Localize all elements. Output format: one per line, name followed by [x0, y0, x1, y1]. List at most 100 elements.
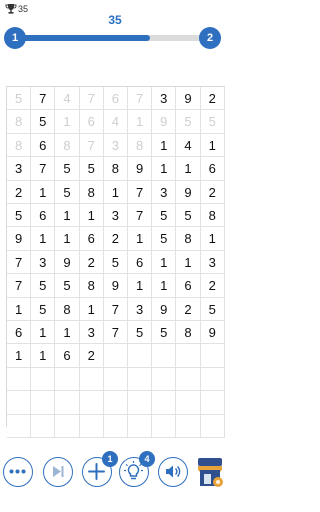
number-cell[interactable]: 3: [200, 250, 225, 275]
number-cell[interactable]: 4: [55, 87, 80, 111]
number-cell[interactable]: 6: [176, 274, 201, 298]
number-cell[interactable]: 2: [103, 227, 128, 251]
number-cell[interactable]: 6: [200, 157, 225, 181]
number-cell[interactable]: 1: [152, 133, 177, 158]
number-cell[interactable]: 8: [103, 157, 128, 181]
number-cell[interactable]: 5: [31, 297, 56, 321]
number-cell[interactable]: 8: [7, 133, 32, 158]
number-cell[interactable]: 1: [79, 297, 104, 321]
number-cell[interactable]: 1: [55, 204, 80, 228]
number-cell[interactable]: 5: [200, 297, 225, 321]
number-cell[interactable]: 5: [31, 274, 56, 298]
number-cell[interactable]: 8: [128, 133, 153, 158]
number-cell[interactable]: 1: [152, 157, 177, 181]
number-cell[interactable]: 7: [128, 87, 153, 111]
number-cell[interactable]: 1: [200, 133, 225, 158]
number-cell[interactable]: 8: [55, 133, 80, 158]
number-cell[interactable]: 7: [7, 250, 32, 275]
number-cell[interactable]: 1: [128, 110, 153, 134]
number-cell[interactable]: 1: [128, 227, 153, 251]
number-cell[interactable]: 1: [31, 344, 56, 368]
number-cell[interactable]: 1: [152, 274, 177, 298]
number-cell[interactable]: 2: [79, 250, 104, 275]
number-cell[interactable]: 2: [200, 274, 225, 298]
number-cell[interactable]: 8: [55, 297, 80, 321]
number-cell[interactable]: 8: [176, 321, 201, 345]
number-cell[interactable]: 3: [103, 204, 128, 228]
number-cell[interactable]: 6: [31, 204, 56, 228]
number-cell[interactable]: 8: [176, 227, 201, 251]
number-cell[interactable]: 1: [103, 180, 128, 204]
number-cell[interactable]: 1: [176, 157, 201, 181]
number-cell[interactable]: 8: [79, 180, 104, 204]
number-cell[interactable]: 3: [128, 297, 153, 321]
number-cell[interactable]: 5: [152, 321, 177, 345]
more-button[interactable]: [3, 457, 33, 487]
number-cell[interactable]: 4: [103, 110, 128, 134]
number-cell[interactable]: 9: [55, 250, 80, 275]
number-cell[interactable]: 5: [7, 87, 32, 111]
number-cell[interactable]: 6: [7, 321, 32, 345]
shop-icon[interactable]: [194, 454, 226, 492]
number-cell[interactable]: 1: [128, 274, 153, 298]
number-cell[interactable]: 6: [79, 227, 104, 251]
number-cell[interactable]: 1: [55, 227, 80, 251]
number-cell[interactable]: 5: [103, 250, 128, 275]
number-cell[interactable]: 1: [31, 180, 56, 204]
number-cell[interactable]: 1: [31, 321, 56, 345]
number-cell[interactable]: 8: [7, 110, 32, 134]
number-cell[interactable]: 5: [55, 180, 80, 204]
number-cell[interactable]: 6: [79, 110, 104, 134]
number-cell[interactable]: 2: [200, 87, 225, 111]
number-cell[interactable]: 5: [55, 157, 80, 181]
number-cell[interactable]: 9: [7, 227, 32, 251]
number-cell[interactable]: 3: [152, 87, 177, 111]
number-cell[interactable]: 1: [31, 227, 56, 251]
number-cell[interactable]: 3: [79, 321, 104, 345]
number-cell[interactable]: 8: [79, 274, 104, 298]
number-cell[interactable]: 5: [176, 204, 201, 228]
number-cell[interactable]: 5: [31, 110, 56, 134]
number-cell[interactable]: 1: [55, 110, 80, 134]
add-numbers-button[interactable]: 1: [82, 451, 118, 487]
number-cell[interactable]: 9: [103, 274, 128, 298]
number-cell[interactable]: 3: [31, 250, 56, 275]
number-cell[interactable]: 9: [176, 180, 201, 204]
number-cell[interactable]: 4: [176, 133, 201, 158]
number-cell[interactable]: 5: [152, 227, 177, 251]
number-cell[interactable]: 9: [152, 297, 177, 321]
number-cell[interactable]: 7: [7, 274, 32, 298]
skip-button[interactable]: [43, 457, 73, 487]
hint-button[interactable]: 4: [119, 451, 155, 487]
number-cell[interactable]: 2: [79, 344, 104, 368]
number-cell[interactable]: 3: [103, 133, 128, 158]
number-cell[interactable]: 3: [152, 180, 177, 204]
sound-button[interactable]: [158, 457, 188, 487]
number-cell[interactable]: 7: [79, 133, 104, 158]
number-cell[interactable]: 1: [7, 297, 32, 321]
number-cell[interactable]: 9: [128, 157, 153, 181]
number-cell[interactable]: 1: [176, 250, 201, 275]
number-cell[interactable]: 7: [128, 204, 153, 228]
number-cell[interactable]: 9: [176, 87, 201, 111]
number-cell[interactable]: 5: [55, 274, 80, 298]
number-cell[interactable]: 7: [79, 87, 104, 111]
number-cell[interactable]: 7: [128, 180, 153, 204]
number-cell[interactable]: 6: [31, 133, 56, 158]
number-cell[interactable]: 6: [103, 87, 128, 111]
number-cell[interactable]: 6: [55, 344, 80, 368]
number-cell[interactable]: 9: [152, 110, 177, 134]
number-cell[interactable]: 2: [7, 180, 32, 204]
number-cell[interactable]: 1: [7, 344, 32, 368]
number-cell[interactable]: 5: [176, 110, 201, 134]
number-cell[interactable]: 7: [31, 87, 56, 111]
number-cell[interactable]: 5: [79, 157, 104, 181]
number-cell[interactable]: 1: [55, 321, 80, 345]
number-cell[interactable]: 1: [152, 250, 177, 275]
number-cell[interactable]: 1: [79, 204, 104, 228]
number-cell[interactable]: 7: [103, 297, 128, 321]
number-cell[interactable]: 7: [103, 321, 128, 345]
number-cell[interactable]: 1: [200, 227, 225, 251]
number-cell[interactable]: 2: [176, 297, 201, 321]
number-cell[interactable]: 9: [200, 321, 225, 345]
